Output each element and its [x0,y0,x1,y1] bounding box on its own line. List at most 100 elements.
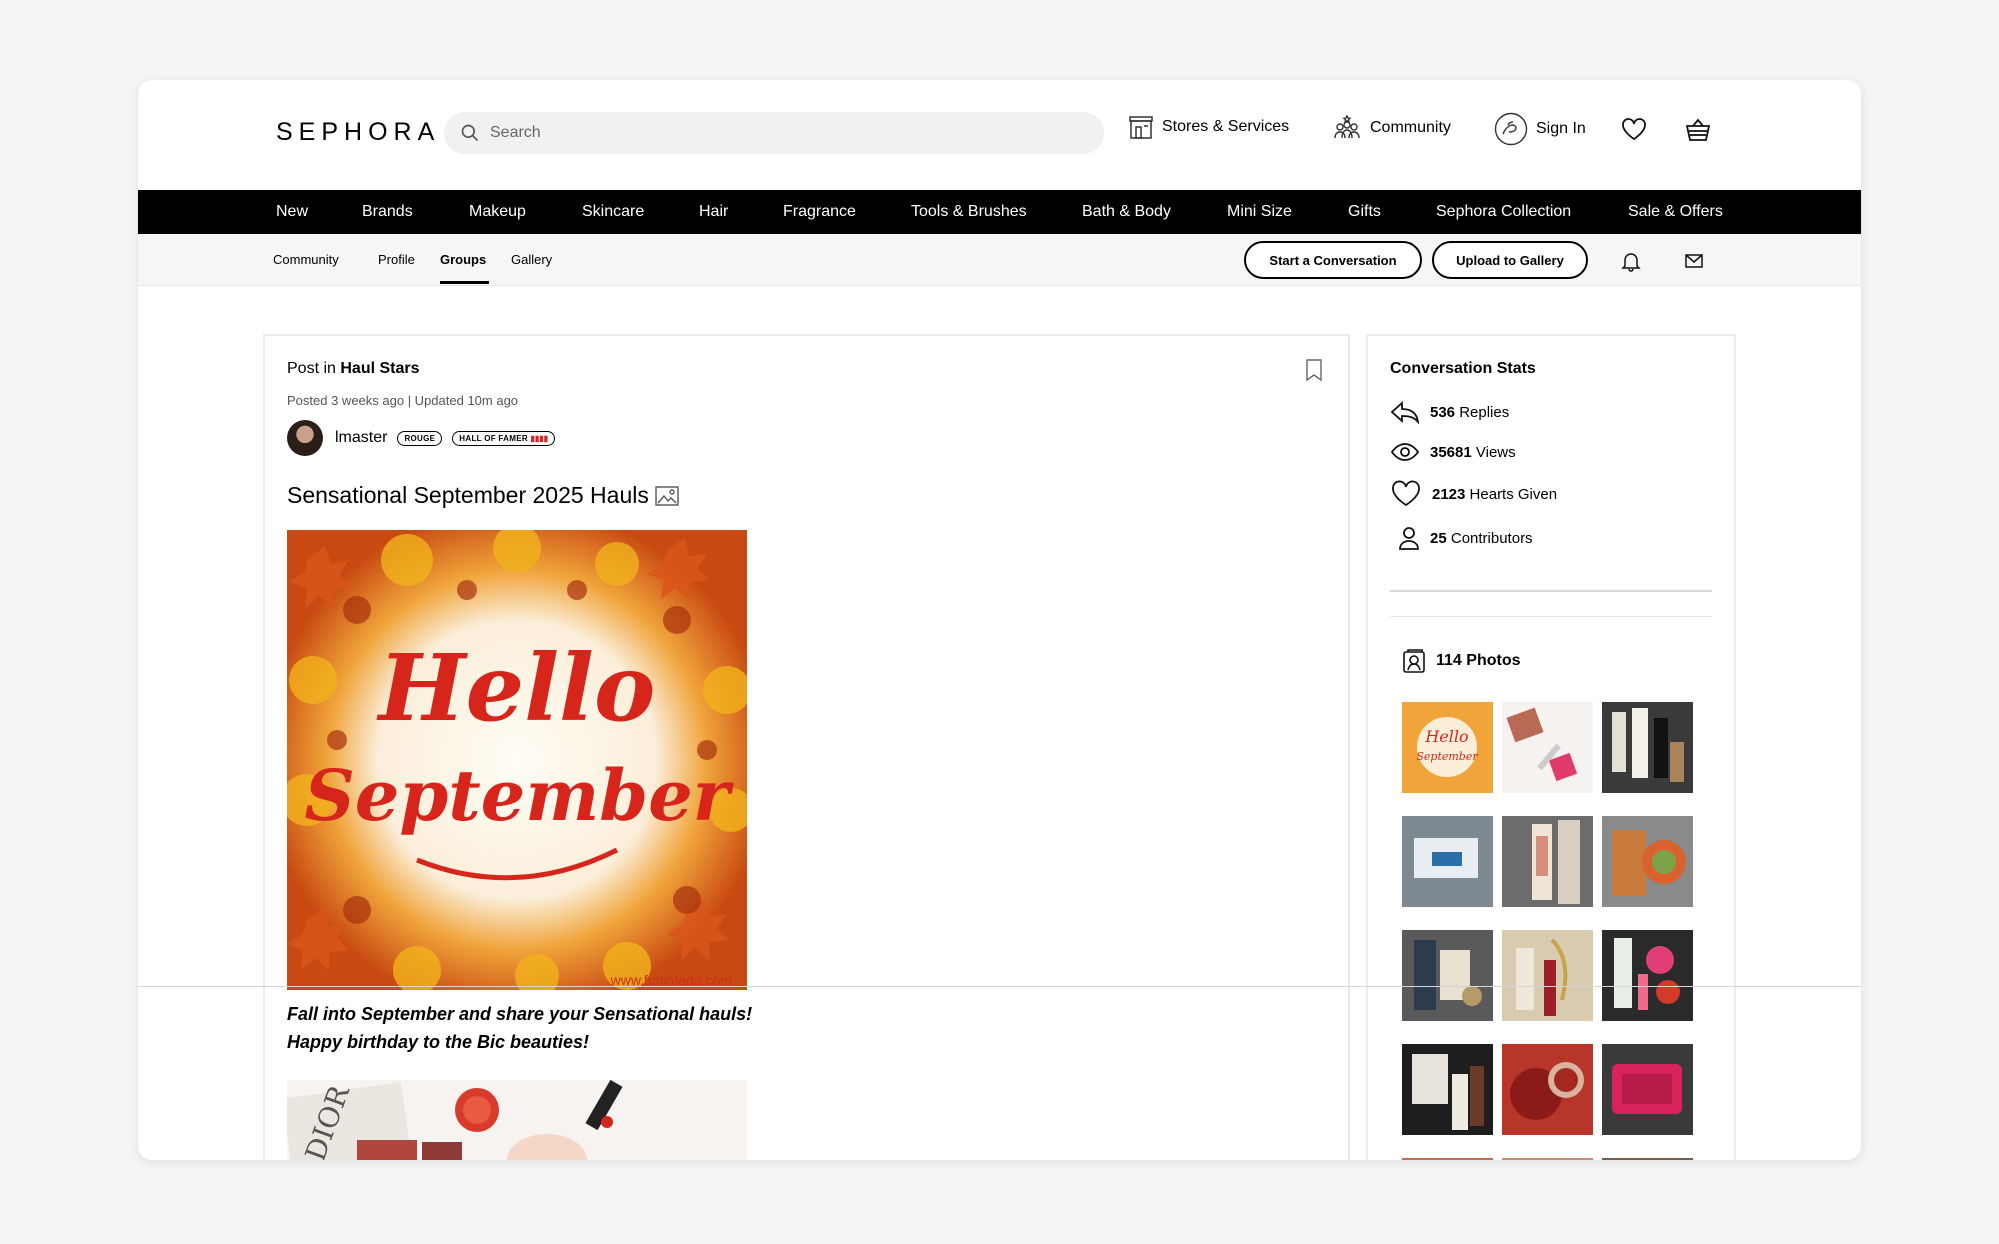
post-meta: Posted 3 weeks ago | Updated 10m ago [287,393,519,408]
subnav-community[interactable]: Community [273,252,339,267]
stats-divider-2 [1390,616,1712,617]
views-label: Views [1475,443,1516,461]
image-icon [655,485,679,506]
site-header: SEPHORA Stores & Services Community Sign… [138,80,1861,190]
hearts-label: Hearts Given [1469,485,1558,503]
start-conversation-button[interactable]: Start a Conversation [1244,241,1422,279]
stores-services-label: Stores & Services [1162,118,1290,135]
photos-header[interactable]: 114 Photos [1402,648,1520,674]
basket-icon[interactable] [1684,116,1712,144]
hall-of-famer-label: HALL OF FAMER [459,433,528,443]
bell-icon[interactable] [1620,250,1642,272]
nav-item-sale-offers[interactable]: Sale & Offers [1628,203,1723,221]
gallery-icon [1403,649,1425,673]
heart-icon[interactable] [1620,116,1648,142]
photo-thumb[interactable] [1502,930,1593,1021]
photo-thumb[interactable] [1402,816,1493,907]
store-icon [1129,116,1153,139]
browser-window: SEPHORA Stores & Services Community Sign… [138,80,1861,1160]
stat-views: 35681 Views [1390,442,1516,462]
person-icon [1399,527,1419,550]
hello-september-image[interactable]: Hello September www.funimada.com [287,530,747,990]
community-subnav: Community Profile Groups Gallery Start a… [138,234,1861,286]
nav-item-skincare[interactable]: Skincare [582,203,644,221]
nav-item-gifts[interactable]: Gifts [1348,203,1381,221]
contributors-count: 25 [1430,529,1447,547]
account-icon [1494,112,1528,146]
photo-thumb[interactable]: Hello September [1402,702,1493,793]
subnav-groups[interactable]: Groups [440,252,486,267]
heart-outline-icon [1392,480,1420,507]
stats-divider [1390,590,1712,592]
search-bar[interactable] [444,112,1104,154]
stat-hearts: 2123 Hearts Given [1390,480,1557,508]
stat-replies: 536 Replies [1390,400,1509,424]
subnav-profile[interactable]: Profile [378,252,415,267]
post-author: lmaster ROUGE HALL OF FAMER ▮▮▮▮ [287,420,556,456]
photo-thumb[interactable] [1602,930,1693,1021]
group-link[interactable]: Haul Stars [340,360,419,377]
nav-item-makeup[interactable]: Makeup [469,203,526,221]
hall-of-famer-badge: HALL OF FAMER ▮▮▮▮ [452,430,556,446]
avatar[interactable] [287,420,323,456]
photo-thumb[interactable] [1602,702,1693,793]
nav-item-mini-size[interactable]: Mini Size [1227,203,1292,221]
nav-item-sephora-collection[interactable]: Sephora Collection [1436,203,1571,221]
photo-thumb[interactable] [1602,1158,1693,1160]
makeup-palette-image[interactable]: DIOR [287,1080,747,1160]
photos-label: Photos [1466,652,1521,669]
post-body: Fall into September and share your Sensa… [287,1000,752,1056]
post-card: Post in Haul Stars Posted 3 weeks ago | … [263,334,1350,1160]
stats-title: Conversation Stats [1390,360,1536,377]
subnav-gallery[interactable]: Gallery [511,252,552,267]
nav-item-tools-brushes[interactable]: Tools & Brushes [911,203,1027,221]
photo-thumb[interactable] [1502,1044,1593,1135]
conversation-stats-card: Conversation Stats 536 Replies 35681 Vie… [1366,334,1736,1160]
sephora-logo[interactable]: SEPHORA [276,118,440,147]
photo-thumb[interactable] [1602,816,1693,907]
community-link[interactable]: Community [1332,114,1451,142]
photo-thumb[interactable] [1402,1158,1493,1160]
nav-item-new[interactable]: New [276,203,308,221]
bookmark-icon[interactable] [1304,358,1324,382]
nav-item-hair[interactable]: Hair [699,203,728,221]
photo-thumb[interactable] [1502,702,1593,793]
sign-in-label: Sign In [1536,120,1586,137]
search-icon [461,124,479,142]
hero-hello-text: Hello [376,634,656,742]
community-label: Community [1370,119,1451,136]
photo-thumb[interactable] [1402,930,1493,1021]
replies-label: Replies [1459,403,1510,421]
thumb-september-text: September [1416,750,1478,763]
fold-line [138,986,1861,987]
mail-icon[interactable] [1684,252,1704,270]
photo-thumb[interactable] [1602,1044,1693,1135]
photos-count: 114 [1436,652,1462,669]
upload-gallery-button[interactable]: Upload to Gallery [1432,241,1588,279]
views-count: 35681 [1430,443,1472,461]
rouge-badge: ROUGE [397,430,443,446]
community-icon [1334,114,1360,139]
post-body-line-1: Fall into September and share your Sensa… [287,1004,753,1024]
post-in-prefix: Post in [287,360,336,377]
eye-icon [1390,443,1420,461]
nav-item-brands[interactable]: Brands [362,203,413,221]
category-nav: New Brands Makeup Skincare Hair Fragranc… [138,190,1861,234]
stores-services-link[interactable]: Stores & Services [1128,114,1289,140]
active-tab-underline [440,281,489,284]
stat-contributors: 25 Contributors [1398,526,1533,550]
search-input[interactable] [490,124,1050,142]
post-body-line-2: Happy birthday to the Bic beauties! [287,1032,590,1052]
post-title: Sensational September 2025 Hauls [287,482,679,509]
post-location: Post in Haul Stars [287,360,420,378]
author-name[interactable]: lmaster [335,429,387,447]
nav-item-bath-body[interactable]: Bath & Body [1082,203,1171,221]
photo-thumb[interactable] [1502,816,1593,907]
nav-item-fragrance[interactable]: Fragrance [783,203,856,221]
contributors-label: Contributors [1450,529,1533,547]
replies-count: 536 [1430,403,1456,421]
photo-thumb[interactable] [1402,1044,1493,1135]
photo-thumb[interactable] [1502,1158,1593,1160]
sign-in-link[interactable]: Sign In [1494,112,1586,146]
hero-september-text: September [304,754,734,837]
